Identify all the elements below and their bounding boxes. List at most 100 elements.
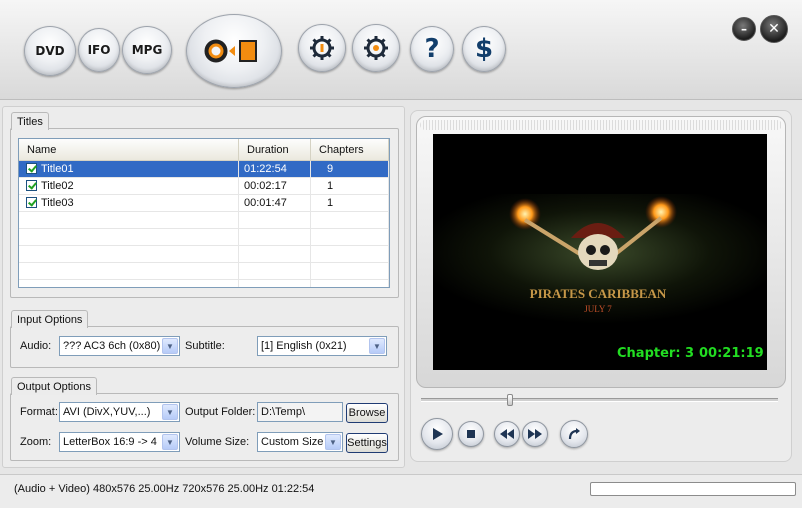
column-header-name[interactable]: Name	[19, 139, 239, 160]
buy-button[interactable]: $	[462, 26, 506, 72]
convert-button[interactable]	[186, 14, 282, 88]
column-header-duration[interactable]: Duration	[239, 139, 311, 160]
ifo-button-label: IFO	[87, 43, 111, 57]
poster-date: JULY 7	[584, 304, 612, 314]
title-chapters: 9	[311, 161, 389, 177]
seek-track[interactable]	[421, 398, 778, 402]
close-button[interactable]: ✕	[760, 15, 788, 43]
empty-row	[19, 212, 389, 229]
output-folder-label: Output Folder:	[185, 406, 256, 418]
poster-title: PIRATES CARIBBEAN	[530, 286, 667, 301]
rewind-button[interactable]	[494, 421, 520, 447]
input-options-tab[interactable]: Input Options	[11, 310, 89, 328]
fast-forward-icon	[528, 429, 542, 439]
title-chapters: 1	[311, 195, 389, 211]
play-button[interactable]	[421, 418, 453, 450]
title-duration: 00:01:47	[239, 195, 311, 211]
title-name: Title02	[41, 180, 74, 192]
format-select[interactable]: AVI (DivX,YUV,...) ▼	[59, 402, 180, 422]
chapter-overlay: Chapter: 3	[617, 346, 695, 361]
audio-label: Audio:	[20, 340, 52, 352]
toolbar: DVD IFO MPG ? $ – ✕	[0, 0, 802, 100]
title-duration: 01:22:54	[239, 161, 311, 177]
convert-icon	[204, 39, 257, 63]
chevron-down-icon[interactable]: ▼	[162, 404, 178, 420]
seek-thumb[interactable]	[507, 394, 514, 406]
format-select-value: AVI (DivX,YUV,...)	[63, 406, 151, 418]
stop-icon	[467, 430, 475, 438]
browse-button-label: Browse	[348, 407, 386, 419]
volume-size-label: Volume Size:	[185, 436, 250, 448]
mpg-button-label: MPG	[131, 43, 163, 57]
table-row[interactable]: Title02 00:02:17 1	[19, 178, 389, 195]
audio-select[interactable]: ??? AC3 6ch (0x80) ▼	[59, 336, 180, 356]
empty-row	[19, 280, 389, 287]
subtitle-select-value: [1] English (0x21)	[261, 340, 347, 352]
chevron-down-icon[interactable]: ▼	[162, 338, 178, 354]
titles-table: Name Duration Chapters Title01 01:22:54 …	[18, 138, 390, 288]
options-button[interactable]	[298, 24, 346, 72]
format-label: Format:	[20, 406, 58, 418]
table-row[interactable]: Title01 01:22:54 9	[19, 161, 389, 178]
title-duration: 00:02:17	[239, 178, 311, 194]
output-options-tab[interactable]: Output Options	[11, 377, 97, 395]
browse-button[interactable]: Browse	[346, 403, 388, 423]
ifo-button[interactable]: IFO	[78, 28, 120, 72]
rewind-icon	[500, 429, 514, 439]
volume-size-select[interactable]: Custom Size ▼	[257, 432, 343, 452]
help-icon: ?	[424, 34, 440, 64]
column-header-chapters[interactable]: Chapters	[311, 139, 389, 160]
subtitle-label: Subtitle:	[185, 340, 225, 352]
close-icon: ✕	[768, 21, 780, 37]
title-chapters: 1	[311, 178, 389, 194]
title-name: Title03	[41, 197, 74, 209]
time-overlay: 00:21:19	[699, 346, 764, 361]
mpg-button[interactable]: MPG	[122, 26, 172, 74]
dollar-icon: $	[474, 34, 494, 64]
help-button[interactable]: ?	[410, 26, 454, 72]
title-checkbox[interactable]	[26, 197, 37, 208]
play-icon	[433, 428, 443, 440]
empty-row	[19, 229, 389, 246]
chevron-down-icon[interactable]: ▼	[325, 434, 341, 450]
gear-icon	[364, 36, 388, 60]
chevron-down-icon[interactable]: ▼	[162, 434, 178, 450]
titles-tab-label: Titles	[17, 116, 43, 128]
settings-button-output[interactable]: Settings	[346, 433, 388, 453]
zoom-label: Zoom:	[20, 436, 52, 448]
output-folder-value: D:\Temp\	[261, 406, 306, 418]
table-header: Name Duration Chapters	[19, 139, 389, 161]
status-bar: (Audio + Video) 480x576 25.00Hz 720x576 …	[0, 474, 802, 508]
status-text: (Audio + Video) 480x576 25.00Hz 720x576 …	[14, 483, 315, 495]
settings-button-label: Settings	[347, 437, 387, 449]
chevron-down-icon[interactable]: ▼	[369, 338, 385, 354]
stop-button[interactable]	[458, 421, 484, 447]
subtitle-select[interactable]: [1] English (0x21) ▼	[257, 336, 387, 356]
redo-button[interactable]	[560, 420, 588, 448]
title-checkbox[interactable]	[26, 180, 37, 191]
dvd-button-label: DVD	[35, 44, 65, 58]
settings-button[interactable]	[352, 24, 400, 72]
minimize-button[interactable]: –	[732, 17, 756, 41]
zoom-select-value: LetterBox 16:9 -> 4	[63, 436, 157, 448]
volume-size-select-value: Custom Size	[261, 436, 324, 448]
video-frame-image: PIRATES CARIBBEAN JULY 7	[433, 194, 767, 324]
output-options-tab-label: Output Options	[17, 381, 91, 393]
empty-row	[19, 263, 389, 280]
zoom-select[interactable]: LetterBox 16:9 -> 4 ▼	[59, 432, 180, 452]
fast-forward-button[interactable]	[522, 421, 548, 447]
title-checkbox[interactable]	[26, 163, 37, 174]
progress-bar	[590, 482, 796, 496]
dvd-button[interactable]: DVD	[24, 26, 76, 76]
input-options-tab-label: Input Options	[17, 314, 83, 326]
empty-row	[19, 246, 389, 263]
table-row[interactable]: Title03 00:01:47 1	[19, 195, 389, 212]
video-screen: PIRATES CARIBBEAN JULY 7 Chapter: 3 00:2…	[433, 134, 767, 370]
redo-arrow-icon	[568, 428, 580, 440]
gear-icon	[310, 36, 334, 60]
minimize-icon: –	[741, 22, 747, 36]
audio-select-value: ??? AC3 6ch (0x80)	[63, 340, 161, 352]
output-folder-field[interactable]: D:\Temp\	[257, 402, 343, 422]
title-name: Title01	[41, 163, 74, 175]
titles-tab[interactable]: Titles	[11, 112, 49, 130]
